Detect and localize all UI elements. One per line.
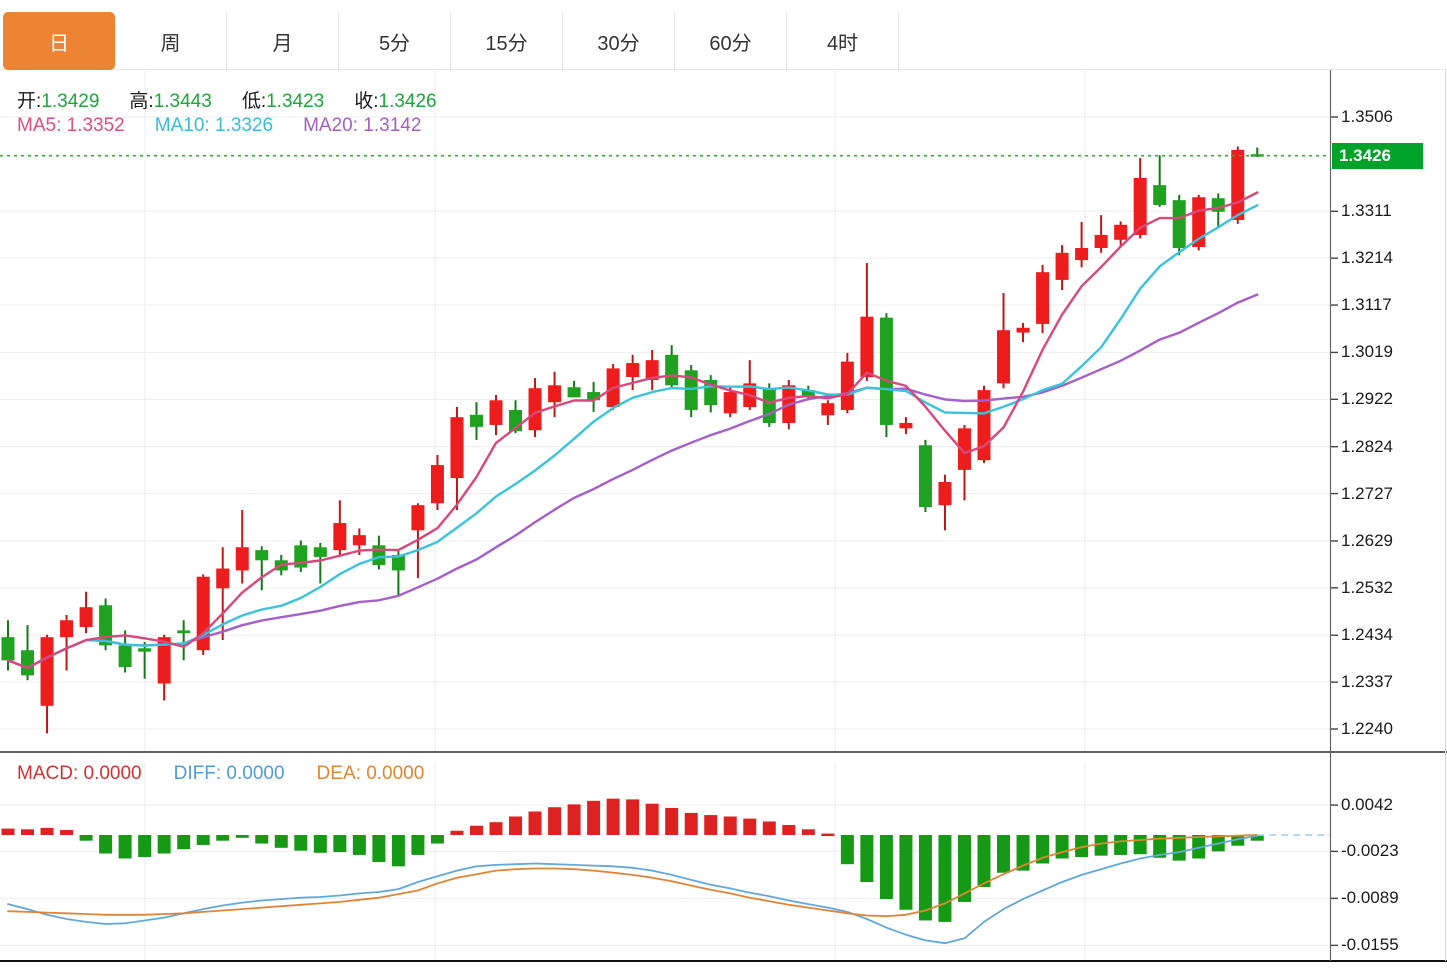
price-axis-label: 1.3214 [1341,248,1393,268]
price-axis-label: 1.3019 [1341,342,1393,362]
macd-axis-label: -0.0023 [1341,841,1399,861]
tab-week[interactable]: 周 [115,12,227,70]
close-label: 收: [354,86,378,113]
macd-axis-label: 0.0042 [1341,795,1393,815]
diff-value: 0.0000 [226,763,284,785]
ma20-label: MA20: [303,115,358,137]
price-axis-label: 1.2629 [1341,531,1393,551]
macd-value: 0.0000 [84,763,142,785]
macd-axis-label: -0.0089 [1341,888,1399,908]
price-axis-label: 1.2434 [1341,625,1393,645]
timeframe-tab-bar: 日周月5分15分30分60分4时 [0,0,1447,70]
tab-30min[interactable]: 30分 [563,12,675,70]
ma-readout: MA5: 1.3352 MA10: 1.3326 MA20: 1.3142 [17,115,421,137]
macd-readout: MACD: 0.0000 DIFF: 0.0000 DEA: 0.0000 [17,763,424,785]
low-value: 1.3423 [266,91,324,113]
tab-5min[interactable]: 5分 [339,12,451,70]
price-axis-label: 1.2824 [1341,437,1393,457]
macd-axis-label: -0.0155 [1341,935,1399,955]
low-label: 低: [242,86,266,113]
tab-month[interactable]: 月 [227,12,339,70]
candlestick-chart-canvas[interactable] [0,0,1447,971]
price-axis-label: 1.2922 [1341,389,1393,409]
price-axis-label: 1.3311 [1341,201,1392,221]
open-value: 1.3429 [41,91,99,113]
price-axis-label: 1.2727 [1341,484,1393,504]
dea-label: DEA: [317,763,361,785]
diff-label: DIFF: [174,763,222,785]
ma5-label: MA5: [17,115,61,137]
ma20-value: 1.3142 [363,115,421,137]
close-value: 1.3426 [379,91,437,113]
ma10-value: 1.3326 [215,115,273,137]
trading-chart-app: 日周月5分15分30分60分4时 开:1.3429 高:1.3443 低:1.3… [0,0,1447,971]
price-axis-label: 1.2337 [1341,672,1393,692]
price-axis-label: 1.3117 [1341,295,1392,315]
tab-15min[interactable]: 15分 [451,12,563,70]
open-label: 开: [17,86,41,113]
ma10-label: MA10: [155,115,210,137]
tab-4hour[interactable]: 4时 [787,12,899,70]
price-axis-label: 1.2240 [1341,719,1393,739]
current-price-tag: 1.3426 [1332,143,1423,169]
dea-value: 0.0000 [366,763,424,785]
tab-60min[interactable]: 60分 [675,12,787,70]
high-value: 1.3443 [154,91,212,113]
tab-day[interactable]: 日 [3,12,115,70]
ohlc-readout: 开:1.3429 高:1.3443 低:1.3423 收:1.3426 [17,86,437,113]
price-axis-label: 1.2532 [1341,578,1393,598]
price-axis-label: 1.3506 [1341,107,1393,127]
ma5-value: 1.3352 [67,115,125,137]
high-label: 高: [129,86,153,113]
macd-label: MACD: [17,763,78,785]
